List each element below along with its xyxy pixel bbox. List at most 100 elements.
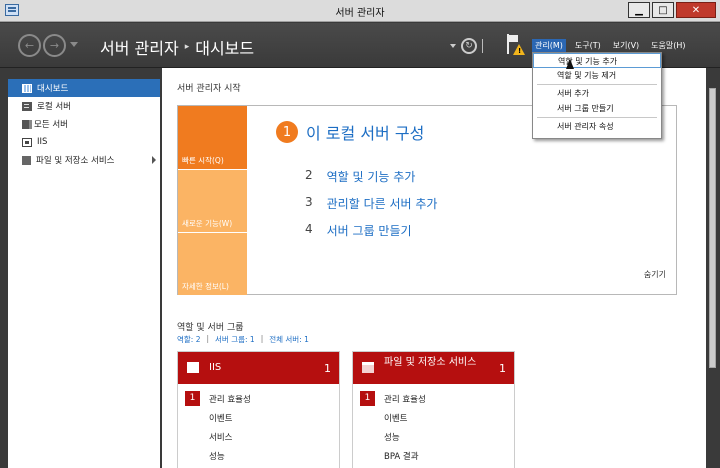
nav-buttons: ← → bbox=[18, 34, 66, 57]
groups-count: 서버 그룹: 1 bbox=[215, 335, 255, 344]
refresh-area: ↻ bbox=[450, 38, 483, 54]
roles-count: 역할: 2 bbox=[177, 335, 201, 344]
scrollbar-thumb[interactable] bbox=[709, 88, 716, 368]
step-number: 3 bbox=[305, 195, 313, 209]
chevron-right-icon bbox=[152, 156, 156, 164]
sidebar-item-dashboard[interactable]: 대시보드 bbox=[8, 79, 160, 97]
maximize-button[interactable]: □ bbox=[652, 2, 674, 18]
step-create-group[interactable]: 4 서버 그룹 만들기 bbox=[305, 222, 412, 239]
roles-section-title: 역할 및 서버 그룹 bbox=[177, 323, 244, 333]
tile-learn-more[interactable]: 자세한 정보(L) bbox=[178, 233, 247, 295]
menu-tools[interactable]: 도구(T) bbox=[572, 39, 604, 52]
card-row-label: 이벤트 bbox=[209, 414, 233, 424]
tile-quick-start[interactable]: 빠른 시작(Q) bbox=[178, 106, 247, 169]
menu-bar: 관리(M) 도구(T) 보기(V) 도움말(H) bbox=[532, 39, 689, 52]
card-row-label: 서비스 bbox=[209, 433, 233, 443]
card-row-label: 관리 효율성 bbox=[384, 395, 426, 405]
sidebar-item-local-server[interactable]: 로컬 서버 bbox=[8, 97, 160, 115]
roles-counts: 역할: 2 | 서버 그룹: 1 | 전체 서버: 1 bbox=[177, 334, 309, 345]
vertical-scrollbar[interactable] bbox=[706, 68, 720, 468]
mouse-cursor-icon bbox=[566, 59, 574, 69]
step-number-badge: 1 bbox=[276, 121, 298, 143]
sidebar-item-file-storage[interactable]: 파일 및 저장소 서비스 bbox=[8, 151, 160, 169]
dashboard-icon bbox=[22, 83, 32, 93]
servers-icon bbox=[22, 119, 29, 129]
sidebar-item-iis[interactable]: IIS bbox=[8, 133, 160, 151]
step-add-roles[interactable]: 2 역할 및 기능 추가 bbox=[305, 168, 415, 185]
menu-item-add-servers[interactable]: 서버 추가 bbox=[533, 86, 661, 101]
window-title: 서버 관리자 bbox=[335, 8, 385, 19]
card-count: 1 bbox=[324, 362, 331, 375]
title-bar: 서버 관리자 ▁ □ ✕ bbox=[0, 0, 720, 22]
forward-arrow-icon[interactable]: → bbox=[43, 34, 66, 57]
step-number: 2 bbox=[305, 168, 313, 182]
server-manager-window: 서버 관리자 ▁ □ ✕ ← → 서버 관리자 ▸ 대시보드 ↻ ! 관리(M)… bbox=[0, 0, 720, 468]
card-header[interactable]: 파일 및 저장소 서비스 1 bbox=[353, 352, 514, 384]
card-row-label: 관리 효율성 bbox=[209, 395, 251, 405]
card-row-label: 이벤트 bbox=[384, 414, 408, 424]
nav-history-chevron-icon[interactable] bbox=[70, 42, 78, 47]
card-row-bpa-results[interactable]: BPA 결과 bbox=[353, 446, 514, 465]
breadcrumb-separator-icon: ▸ bbox=[184, 42, 190, 52]
card-title: 파일 및 저장소 서비스 bbox=[384, 357, 477, 368]
storage-icon bbox=[22, 155, 31, 165]
card-row-events[interactable]: 이벤트 bbox=[178, 408, 339, 427]
step-number: 4 bbox=[305, 222, 313, 236]
iis-icon bbox=[22, 137, 32, 147]
sidebar-item-label: 로컬 서버 bbox=[37, 102, 71, 112]
menu-item-properties[interactable]: 서버 관리자 속성 bbox=[533, 119, 661, 134]
step-add-servers[interactable]: 3 관리할 다른 서버 추가 bbox=[305, 195, 437, 212]
card-row-manageability[interactable]: 1 관리 효율성 bbox=[353, 389, 514, 408]
menu-item-add-roles[interactable]: 역할 및 기능 추가 bbox=[533, 53, 661, 68]
menu-separator bbox=[537, 117, 657, 118]
hide-link[interactable]: 숨기기 bbox=[644, 269, 666, 280]
manage-menu-dropdown: 역할 및 기능 추가 역할 및 기능 제거 서버 추가 서버 그룹 만들기 서버… bbox=[532, 52, 662, 139]
toolbar-divider bbox=[482, 39, 483, 53]
menu-help[interactable]: 도움말(H) bbox=[648, 39, 688, 52]
tile-whats-new[interactable]: 새로운 기능(W) bbox=[178, 170, 247, 232]
sidebar: 대시보드 로컬 서버 모든 서버 IIS 파일 및 저장소 서비스 bbox=[8, 79, 160, 468]
count-separator: | bbox=[260, 334, 264, 343]
card-row-performance[interactable]: 성능 bbox=[178, 446, 339, 465]
tile-label: 자세한 정보(L) bbox=[182, 282, 229, 291]
refresh-icon[interactable]: ↻ bbox=[461, 38, 477, 54]
menu-item-create-server-group[interactable]: 서버 그룹 만들기 bbox=[533, 101, 661, 116]
sidebar-item-label: 파일 및 저장소 서비스 bbox=[36, 156, 115, 166]
card-count: 1 bbox=[499, 362, 506, 375]
role-card-file-storage: 파일 및 저장소 서비스 1 1 관리 효율성 이벤트 성능 BPA 결과 bbox=[352, 351, 515, 468]
iis-icon bbox=[187, 362, 199, 373]
card-row-events[interactable]: 이벤트 bbox=[353, 408, 514, 427]
chevron-down-icon[interactable] bbox=[450, 44, 456, 48]
step-configure-local-server[interactable]: 1 이 로컬 서버 구성 bbox=[276, 120, 424, 144]
card-row-services[interactable]: 서비스 bbox=[178, 427, 339, 446]
sidebar-item-label: IIS bbox=[37, 137, 48, 147]
server-icon bbox=[22, 101, 32, 111]
breadcrumb-root[interactable]: 서버 관리자 bbox=[100, 35, 179, 59]
card-title: IIS bbox=[209, 362, 222, 373]
menu-manage[interactable]: 관리(M) bbox=[532, 39, 566, 52]
sidebar-item-all-servers[interactable]: 모든 서버 bbox=[8, 115, 160, 133]
back-arrow-icon[interactable]: ← bbox=[18, 34, 41, 57]
card-row-label: 성능 bbox=[209, 452, 225, 462]
welcome-title: 서버 관리자 시작 bbox=[177, 84, 241, 94]
notifications-flag-icon[interactable]: ! bbox=[505, 34, 525, 56]
sidebar-item-label: 대시보드 bbox=[37, 84, 69, 94]
count-separator: | bbox=[206, 334, 210, 343]
card-header[interactable]: IIS 1 bbox=[178, 352, 339, 384]
alert-count-badge: 1 bbox=[185, 391, 200, 406]
tile-label: 새로운 기능(W) bbox=[182, 219, 233, 228]
step-label: 관리할 다른 서버 추가 bbox=[326, 197, 438, 211]
step-label: 이 로컬 서버 구성 bbox=[306, 124, 425, 143]
card-row-label: 성능 bbox=[384, 433, 400, 443]
card-row-performance[interactable]: 성능 bbox=[353, 427, 514, 446]
menu-view[interactable]: 보기(V) bbox=[610, 39, 642, 52]
card-row-manageability[interactable]: 1 관리 효율성 bbox=[178, 389, 339, 408]
sidebar-item-label: 모든 서버 bbox=[34, 120, 68, 130]
breadcrumb: 서버 관리자 ▸ 대시보드 bbox=[100, 35, 254, 59]
role-card-iis: IIS 1 1 관리 효율성 이벤트 서비스 성능 bbox=[177, 351, 340, 468]
menu-item-remove-roles[interactable]: 역할 및 기능 제거 bbox=[533, 68, 661, 83]
minimize-button[interactable]: ▁ bbox=[628, 2, 650, 18]
close-button[interactable]: ✕ bbox=[676, 2, 716, 18]
breadcrumb-current: 대시보드 bbox=[195, 39, 255, 58]
menu-separator bbox=[537, 84, 657, 85]
